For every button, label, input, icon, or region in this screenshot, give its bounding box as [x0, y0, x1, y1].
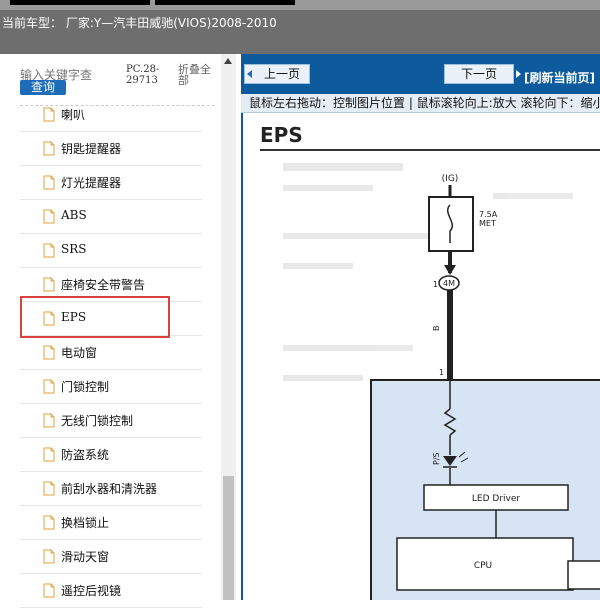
- tree-item-label: 前刮水器和清洗器: [61, 482, 158, 496]
- tree-list: 喇叭钥匙提醒器灯光提醒器 ABS SRS 座椅安全带警告 EPS 电动窗门锁控制无线门锁控…: [20, 98, 202, 608]
- wiring-diagram: EPS (IG) 7.5A MET 1 4M B 1 P/S LED Drive…: [260, 123, 600, 600]
- connector-pin: 1: [433, 280, 438, 289]
- tree-item[interactable]: 灯光提醒器: [20, 166, 202, 200]
- tree-item-label: SRS: [61, 242, 87, 256]
- tree-item-label: 钥匙提醒器: [61, 142, 122, 156]
- partial-block: [567, 560, 600, 590]
- tree-item[interactable]: SRS: [20, 234, 202, 268]
- tree-item-label: 防盗系统: [61, 448, 110, 462]
- tree-item-label: 门锁控制: [61, 380, 110, 394]
- tree-item[interactable]: 防盗系统: [20, 438, 202, 472]
- tree-item-label: 滑动天窗: [61, 550, 110, 564]
- document-icon: [43, 379, 55, 394]
- document-icon: [43, 243, 55, 258]
- document-icon: [43, 515, 55, 530]
- prev-page-button[interactable]: 上一页: [244, 64, 310, 84]
- tree-item[interactable]: 电动窗: [20, 336, 202, 370]
- window-tab[interactable]: [155, 0, 295, 5]
- document-icon: [43, 209, 55, 224]
- tree-item[interactable]: 前刮水器和清洗器: [20, 472, 202, 506]
- sidebar-scrollbar[interactable]: [221, 54, 236, 600]
- tree-item-label: 喇叭: [61, 108, 86, 122]
- tree-item[interactable]: ABS: [20, 200, 202, 234]
- tree-item-label: 无线门锁控制: [61, 414, 134, 428]
- prev-page-label: 上一页: [263, 67, 300, 81]
- document-code: PC.28-29713: [126, 64, 160, 86]
- wiring-diagram-viewer[interactable]: EPS (IG) 7.5A MET 1 4M B 1 P/S LED Drive…: [241, 113, 600, 600]
- header-bar: 当前车型： 厂家:Y—汽丰田威驰(VIOS)2008-2010: [0, 10, 600, 54]
- usage-hint: 鼠标左右拖动：控制图片位置 | 鼠标滚轮向上:放大 滚轮向下：缩小: [241, 94, 600, 113]
- faint-background-text: [283, 163, 573, 381]
- document-icon: [43, 583, 55, 598]
- next-page-button[interactable]: 下一页: [444, 64, 514, 84]
- diagram-title: EPS: [260, 123, 303, 147]
- main-toolbar: 上一页 下一页 [刷新当前页]: [241, 54, 600, 94]
- document-icon: [43, 141, 55, 156]
- tree-item[interactable]: 换档锁止: [20, 506, 202, 540]
- tree-item[interactable]: 滑动天窗: [20, 540, 202, 574]
- document-icon: [43, 175, 55, 190]
- tree-item-label: 换档锁止: [61, 516, 110, 530]
- tree-item[interactable]: 遥控后视镜: [20, 574, 202, 608]
- sidebar: 查询 PC.28-29713 折叠全部 喇叭钥匙提醒器灯光提醒器 ABS SRS 座椅…: [0, 54, 240, 608]
- arrow-down-icon: [444, 265, 456, 275]
- tree-item-label: EPS: [61, 310, 87, 324]
- arrow-left-icon: [247, 70, 252, 78]
- document-icon: [43, 549, 55, 564]
- tree-item[interactable]: EPS: [20, 302, 202, 336]
- tree-item[interactable]: 座椅安全带警告: [20, 268, 202, 302]
- fuse-name: MET: [479, 219, 496, 228]
- document-icon: [43, 447, 55, 462]
- document-icon: [43, 277, 55, 292]
- refresh-page-link[interactable]: [刷新当前页]: [524, 69, 595, 86]
- tree-item-label: 座椅安全带警告: [61, 278, 146, 292]
- led-driver-label: LED Driver: [472, 494, 520, 504]
- scroll-thumb[interactable]: [223, 476, 234, 600]
- tree-item[interactable]: 门锁控制: [20, 370, 202, 404]
- tree-item-label: ABS: [61, 208, 87, 222]
- tree-item-label: 遥控后视镜: [61, 584, 122, 598]
- document-icon: [43, 107, 55, 122]
- fuse-box: [428, 196, 474, 252]
- connector-label: 4M: [443, 279, 455, 288]
- document-icon: [43, 345, 55, 360]
- ecu-pin: 1: [439, 368, 444, 377]
- indicator-label: P/S: [432, 452, 441, 465]
- window-tab[interactable]: [10, 0, 150, 5]
- current-vehicle-title: 当前车型： 厂家:Y—汽丰田威驰(VIOS)2008-2010: [2, 16, 277, 30]
- top-strip: [0, 0, 600, 10]
- document-icon: [43, 481, 55, 496]
- arrow-right-icon: [516, 70, 521, 78]
- tree-item-label: 电动窗: [61, 346, 98, 360]
- scroll-up-arrow-icon[interactable]: [224, 58, 232, 64]
- tree-item[interactable]: 钥匙提醒器: [20, 132, 202, 166]
- tree-item-label: 灯光提醒器: [61, 176, 122, 190]
- tree-item[interactable]: 喇叭: [20, 98, 202, 132]
- cpu-label: CPU: [474, 561, 492, 571]
- tree-item[interactable]: 无线门锁控制: [20, 404, 202, 438]
- document-icon: [43, 311, 55, 326]
- document-icon: [43, 413, 55, 428]
- query-button[interactable]: 查询: [20, 80, 66, 95]
- collapse-all-link[interactable]: 折叠全部: [178, 64, 218, 86]
- ig-label: (IG): [442, 174, 459, 184]
- fuse-rating: 7.5A: [479, 210, 498, 219]
- wire-color: B: [432, 326, 441, 332]
